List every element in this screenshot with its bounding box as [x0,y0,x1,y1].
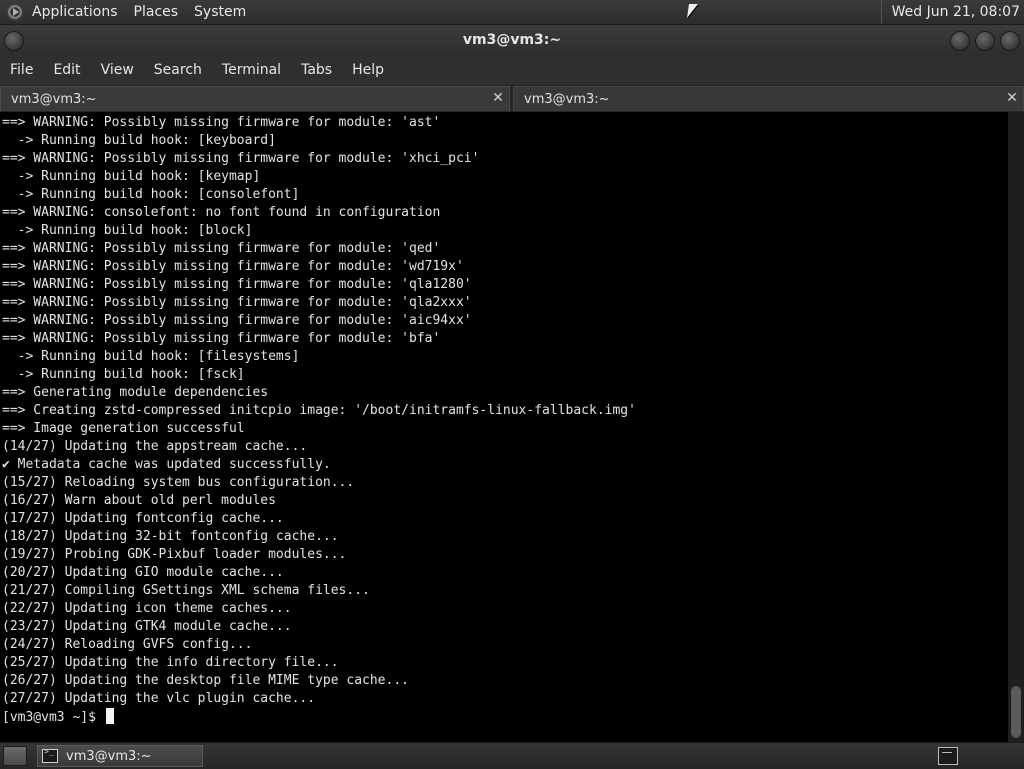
terminal-line: -> Running build hook: [fsck] [2,367,245,382]
text-cursor [105,708,114,724]
menu-search[interactable]: Search [144,62,212,78]
menu-terminal[interactable]: Terminal [212,62,291,78]
applications-menu[interactable]: Applications [30,4,126,20]
terminal-line: ==> Creating zstd-compressed initcpio im… [2,403,636,418]
terminal-line: ==> WARNING: Possibly missing firmware f… [2,241,441,256]
clock[interactable]: Wed Jun 21, 08:07 [880,0,1024,24]
terminal-line: ==> WARNING: Possibly missing firmware f… [2,277,472,292]
terminal-line: (18/27) Updating 32-bit fontconfig cache… [2,529,339,544]
terminal-line: (20/27) Updating GIO module cache... [2,565,284,580]
distro-logo-icon[interactable] [6,3,24,21]
taskbar-window-label: vm3@vm3:~ [66,748,152,764]
terminal-line: -> Running build hook: [filesystems] [2,349,300,364]
terminal-scrollbar[interactable] [1008,112,1024,742]
menu-edit[interactable]: Edit [43,62,90,78]
minimize-button[interactable] [950,31,970,51]
places-menu[interactable]: Places [126,4,187,20]
terminal-line: ==> WARNING: Possibly missing firmware f… [2,313,472,328]
terminal-line: (26/27) Updating the desktop file MIME t… [2,673,409,688]
maximize-button[interactable] [975,31,995,51]
terminal-line: (21/27) Compiling GSettings XML schema f… [2,583,370,598]
terminal-icon [42,747,58,763]
top-panel: Applications Places System Wed Jun 21, 0… [0,0,1024,25]
terminal-prompt-line[interactable]: [vm3@vm3 ~]$ [2,708,1008,726]
terminal-line: ==> Image generation successful [2,421,245,436]
close-window-button[interactable] [1000,31,1020,51]
menu-help[interactable]: Help [342,62,394,78]
terminal-line: (17/27) Updating fontconfig cache... [2,511,284,526]
terminal-line: (19/27) Probing GDK-Pixbuf loader module… [2,547,347,562]
menu-view[interactable]: View [91,62,144,78]
terminal-line: ==> WARNING: Possibly missing firmware f… [2,151,480,166]
tab-label: vm3@vm3:~ [11,91,97,107]
shell-prompt: [vm3@vm3 ~]$ [2,710,104,725]
terminal-line: -> Running build hook: [consolefont] [2,187,300,202]
terminal-line: (22/27) Updating icon theme caches... [2,601,292,616]
show-desktop-icon[interactable] [3,746,27,766]
scrollbar-thumb[interactable] [1011,686,1021,738]
terminal-line: (24/27) Reloading GVFS config... [2,637,253,652]
terminal-line: (15/27) Reloading system bus configurati… [2,475,355,490]
terminal-line: -> Running build hook: [keyboard] [2,133,276,148]
terminal-output[interactable]: ==> WARNING: Possibly missing firmware f… [0,112,1008,742]
terminal-line: -> Running build hook: [block] [2,223,253,238]
terminal-line: -> Running build hook: [keymap] [2,169,261,184]
terminal-line: (27/27) Updating the vlc plugin cache... [2,691,316,706]
terminal-line: (14/27) Updating the appstream cache... [2,439,308,454]
close-tab-icon[interactable]: ✕ [1005,91,1019,105]
tab-label: vm3@vm3:~ [524,91,610,107]
menubar: File Edit View Search Terminal Tabs Help [0,55,1024,85]
close-tab-icon[interactable]: ✕ [491,91,505,105]
system-menu[interactable]: System [186,4,254,20]
tab-1[interactable]: vm3@vm3:~ ✕ [0,86,510,111]
terminal-line: ==> WARNING: Possibly missing firmware f… [2,259,464,274]
window-titlebar[interactable]: vm3@vm3:~ [0,25,1024,55]
terminal-line: (25/27) Updating the info directory file… [2,655,339,670]
bottom-panel: vm3@vm3:~ [0,742,1024,769]
terminal-line: ==> WARNING: Possibly missing firmware f… [2,331,441,346]
window-menu-button[interactable] [4,31,24,51]
terminal-line: (16/27) Warn about old perl modules [2,493,276,508]
menu-file[interactable]: File [0,62,43,78]
menu-tabs[interactable]: Tabs [291,62,342,78]
terminal-line: ==> Generating module dependencies [2,385,269,400]
terminal-line: ==> WARNING: consolefont: no font found … [2,205,441,220]
terminal-line: ✔ Metadata cache was updated successfull… [2,457,331,472]
tab-bar: vm3@vm3:~ ✕ vm3@vm3:~ ✕ [0,85,1024,112]
terminal-line: ==> WARNING: Possibly missing firmware f… [2,115,441,130]
terminal-line: (23/27) Updating GTK4 module cache... [2,619,292,634]
window-title: vm3@vm3:~ [462,32,562,48]
workspace-switcher-icon[interactable] [938,747,958,765]
tab-2[interactable]: vm3@vm3:~ ✕ [513,86,1024,111]
terminal-line: ==> WARNING: Possibly missing firmware f… [2,295,472,310]
taskbar-window-button[interactable]: vm3@vm3:~ [37,745,203,767]
